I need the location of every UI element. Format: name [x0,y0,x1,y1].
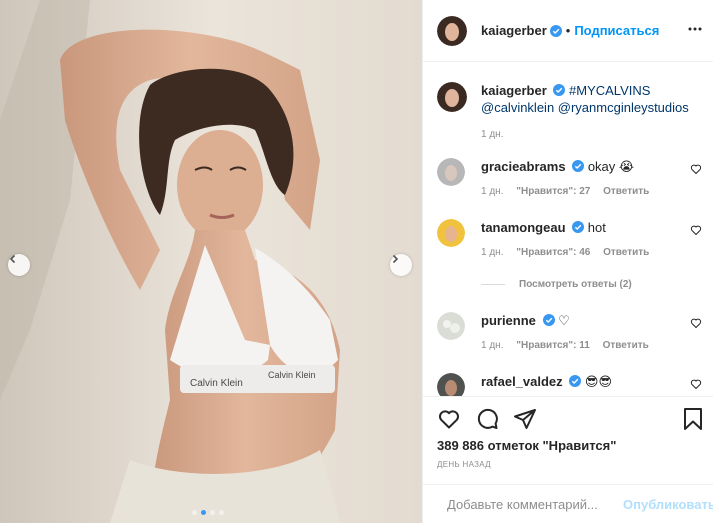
separator-dot: • [565,23,571,38]
post-side-panel: kaiagerber • Подписаться kaiagerber #MYC… [422,0,713,523]
verified-icon [542,314,555,326]
commenter-username[interactable]: purienne [481,313,536,328]
chevron-right-icon [392,254,399,264]
likes-count[interactable]: 389 886 отметок "Нравится" [437,438,616,453]
comment-text: okay 😭 [587,159,635,174]
like-comment-heart-icon[interactable] [690,224,702,236]
commenter-avatar[interactable] [437,373,465,396]
commenter-username[interactable]: rafael_valdez [481,374,563,389]
commenter-avatar[interactable] [437,312,465,340]
comment-item: tanamongeau hot 1 дн. "Нравится": 46 Отв… [437,219,702,261]
brand-band-left: Calvin Klein [190,378,243,389]
comment-icon[interactable] [475,407,499,431]
comment-item: rafael_valdez 😎😎 [437,373,702,396]
next-photo-button[interactable] [390,254,412,276]
view-replies-label: Посмотреть ответы (2) [519,279,632,290]
add-comment-bar: Опубликовать [423,484,713,523]
commenter-avatar[interactable] [437,158,465,186]
chevron-left-icon [9,254,16,264]
brand-band-right: Calvin Klein [268,370,316,380]
heart-icon[interactable] [437,407,461,431]
view-replies-button[interactable]: Посмотреть ответы (2) [481,279,632,290]
post-photo[interactable]: Calvin Klein Calvin Klein [0,0,422,523]
comment-input[interactable] [447,496,623,512]
comment-likes[interactable]: "Нравится": 11 [516,340,590,351]
commenter-username[interactable]: gracieabrams [481,159,566,174]
more-options-button[interactable] [687,21,703,42]
comment-likes[interactable]: "Нравится": 27 [516,186,590,197]
verified-icon [549,24,562,37]
comment-item: purienne ♡ 1 дн. "Нравится": 11 Ответить [437,312,702,354]
carousel-indicator [192,510,224,515]
reply-button[interactable]: Ответить [603,186,649,197]
caption-mentions[interactable]: @calvinklein @ryanmcginleystudios [481,100,689,115]
comment-time[interactable]: 1 дн. [481,247,503,258]
comment-text: ♡ [558,313,570,328]
carousel-dot-active [201,510,206,515]
previous-photo-button[interactable] [8,254,30,276]
carousel-dot [210,510,215,515]
commenter-username[interactable]: tanamongeau [481,220,566,235]
caption-author-avatar[interactable] [437,82,467,112]
author-avatar[interactable] [437,15,467,46]
reply-button[interactable]: Ответить [603,340,649,351]
publish-comment-button[interactable]: Опубликовать [623,497,713,512]
comment-text: 😎😎 [584,374,613,389]
bookmark-icon [684,408,702,430]
carousel-dot [219,510,224,515]
carousel-dot [192,510,197,515]
verified-icon [572,160,585,172]
post-actions: 389 886 отметок "Нравится" ДЕНЬ НАЗАД [423,396,713,484]
like-comment-heart-icon[interactable] [690,317,702,329]
commenter-avatar[interactable] [437,219,465,247]
like-comment-heart-icon[interactable] [690,378,702,390]
comment-text: hot [587,220,606,235]
post-header: kaiagerber • Подписаться [423,0,713,62]
comment-likes[interactable]: "Нравится": 46 [516,247,590,258]
verified-icon [572,221,585,233]
post-caption: kaiagerber #MYCALVINS @calvinklein @ryan… [437,82,699,143]
comment-item: gracieabrams okay 😭 1 дн. "Нравится": 27… [437,158,702,200]
reply-button[interactable]: Ответить [603,247,649,258]
share-icon[interactable] [513,407,537,431]
save-button[interactable] [682,407,704,436]
author-username[interactable]: kaiagerber [481,23,547,38]
follow-button[interactable]: Подписаться [574,23,659,38]
post-date[interactable]: ДЕНЬ НАЗАД [437,460,491,469]
caption-username[interactable]: kaiagerber [481,83,547,98]
caption-hashtag[interactable]: #MYCALVINS [569,83,650,98]
comments-list[interactable]: kaiagerber #MYCALVINS @calvinklein @ryan… [423,62,713,396]
replies-divider-line [481,284,505,285]
comment-time[interactable]: 1 дн. [481,186,503,197]
comment-time[interactable]: 1 дн. [481,340,503,351]
like-comment-heart-icon[interactable] [690,163,702,175]
verified-icon [553,84,566,96]
photo-illustration: Calvin Klein Calvin Klein [0,0,422,523]
more-icon [688,27,702,31]
caption-time[interactable]: 1 дн. [481,129,503,140]
verified-icon [569,375,582,387]
